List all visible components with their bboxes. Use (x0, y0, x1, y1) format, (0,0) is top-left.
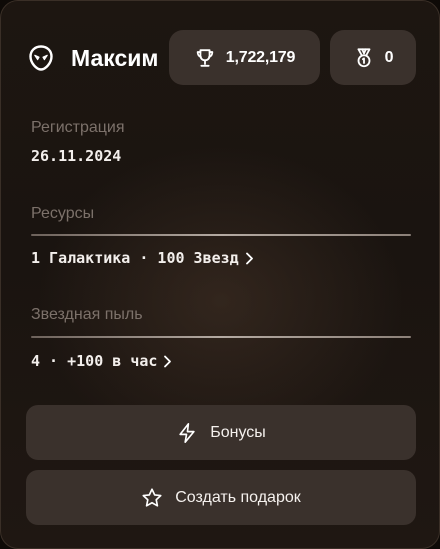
registration-date-text: 26.11.2024 (31, 147, 122, 165)
alien-face-icon (29, 45, 53, 71)
trophy-count: 1,722,179 (225, 48, 296, 66)
trophy-icon (196, 48, 214, 67)
resources-value: 1 Галактика · 100 Звезд (31, 249, 239, 267)
star-icon (142, 487, 162, 507)
trophy-counter[interactable]: 1,722,179 (169, 30, 320, 85)
lightning-icon (179, 422, 195, 443)
resources-link[interactable]: 1 Галактика · 100 Звезд (31, 249, 254, 267)
stardust-divider (31, 336, 411, 338)
bonuses-button[interactable]: Бонусы (26, 405, 416, 460)
profile-card: Максим 1,722,179 0 Регистрация 26.11.202… (0, 0, 440, 549)
create-gift-button[interactable]: Создать подарок (26, 470, 416, 525)
resources-divider (31, 234, 411, 236)
stardust-value: 4 · +100 в час (31, 352, 158, 370)
medal-counter[interactable]: 0 (330, 30, 416, 85)
user-name: Максим (71, 45, 159, 71)
resources-label: Ресурсы (31, 205, 95, 222)
stardust-label: Звездная пыль (31, 306, 143, 323)
medal-count: 0 (384, 48, 394, 66)
profile-header: Максим 1,722,179 0 (1, 1, 439, 111)
create-gift-label: Создать подарок (175, 488, 301, 506)
registration-label: Регистрация (31, 119, 125, 136)
medal-icon (357, 47, 371, 67)
chevron-right-icon (164, 355, 172, 367)
registration-date: 26.11.2024 (31, 147, 121, 165)
chevron-right-icon (245, 252, 253, 264)
stardust-link[interactable]: 4 · +100 в час (31, 352, 172, 370)
bonuses-label: Бонусы (210, 423, 266, 441)
